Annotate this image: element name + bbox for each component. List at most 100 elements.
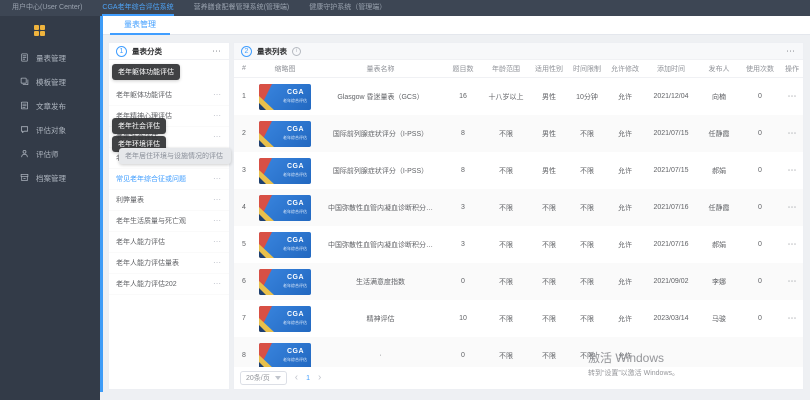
cell-gender: 男性 [542,167,556,175]
sidebar-item-4[interactable]: 评估师 [0,142,100,166]
cell-scale-name: 国际前列腺症状评分（I-PSS） [332,130,429,138]
cell-age-range: 不限 [499,241,513,249]
row-menu-icon[interactable]: ⋯ [213,217,222,225]
page-size-select[interactable]: 20条/页 [240,371,287,385]
column-header: 适用性别 [535,65,563,73]
sidebar-item-3[interactable]: 评估对象 [0,118,100,142]
prev-page-button[interactable]: ‹ [295,373,298,383]
cell-age-range: 不限 [499,204,513,212]
cell-time-limit: 不限 [580,352,594,360]
thumb-sub-text: 老年综合评估 [283,319,307,325]
sidebar-nav: 量表管理模板管理 文章发布评估对象评估师 档案管理 [0,46,100,190]
row-actions-icon[interactable]: ⋯ [781,276,803,287]
thumb-cga-text: CGA [286,347,304,355]
cell-age-range: 不限 [499,278,513,286]
row-actions-icon[interactable]: ⋯ [781,165,803,176]
column-header: # [242,65,246,72]
row-actions-icon[interactable]: ⋯ [781,239,803,250]
tooltip-0: 老年躯体功能评估 [112,64,180,80]
column-header: 添加时间 [657,65,685,73]
cell-index: 5 [242,241,246,248]
thumb-sub-text: 老年综合评估 [283,208,307,214]
row-menu-icon[interactable]: ⋯ [213,280,222,288]
sidebar-item-0[interactable]: 量表管理 [0,46,100,70]
cell-age-range: 十八岁以上 [488,93,524,101]
sidebar: 量表管理模板管理 文章发布评估对象评估师 档案管理 [0,16,100,400]
category-item-0[interactable]: 老年躯体功能评估 ⋯ [109,85,229,106]
tooltip-1: 老年社会评估 [112,118,166,134]
cell-gender: 不限 [542,241,556,249]
cell-add-date: 2021/07/15 [653,130,689,137]
current-page-button[interactable]: 1 [306,375,310,382]
category-item-label: 利弊量表 [116,197,144,204]
row-menu-icon[interactable]: ⋯ [213,133,222,141]
category-item-label: 老年人能力评估 [116,239,165,246]
cell-allow-modify: 允许 [618,204,632,212]
row-actions-icon[interactable]: ⋯ [781,313,803,324]
category-item-label: 老年生活质量与死亡观 [116,218,186,225]
cell-time-limit: 不限 [580,315,594,323]
scale-thumbnail: CGA 老年综合评估 [259,305,311,332]
panel-menu-icon[interactable]: ⋯ [786,46,796,56]
cell-gender: 不限 [542,278,556,286]
column-header: 时间限制 [573,65,601,73]
row-menu-icon[interactable]: ⋯ [213,175,222,183]
tab-scale-management[interactable]: 量表管理 [110,16,170,35]
category-item-9[interactable]: 老年人能力评估202 ⋯ [109,274,229,295]
sidebar-item-label: 量表管理 [36,53,66,63]
cell-use-count: 0 [758,278,762,285]
topbar-tab-2[interactable]: 营养膳食配餐管理系统(管理端) [194,0,290,16]
cell-thumbnail: CGA 老年综合评估 [254,231,316,258]
row-actions-icon[interactable]: ⋯ [781,202,803,213]
cell-add-date: 2023/03/14 [653,315,689,322]
sidebar-item-label: 评估对象 [36,125,66,135]
sidebar-item-1[interactable]: 模板管理 [0,70,100,94]
topbar-tab-0[interactable]: 用户中心(User Center) [12,0,82,16]
row-actions-icon[interactable]: ⋯ [781,91,803,102]
cell-allow-modify: 允许 [618,241,632,249]
cell-age-range: 不限 [499,352,513,360]
scale-doc-icon [20,52,29,64]
info-icon[interactable]: i [292,46,301,56]
topbar-tab-1[interactable]: CGA老年综合评估系统 [102,0,174,16]
row-menu-icon[interactable]: ⋯ [213,196,222,204]
thumb-sub-text: 老年综合评估 [283,282,307,288]
category-item-8[interactable]: 老年人能力评估量表 ⋯ [109,253,229,274]
thumb-cga-text: CGA [286,88,304,96]
row-menu-icon[interactable]: ⋯ [213,259,222,267]
row-menu-icon[interactable]: ⋯ [213,238,222,246]
template-icon [20,77,29,88]
scale-list-header: 2 量表列表 i ⋯ [234,43,803,60]
topbar-tab-3[interactable]: 健康守护系统（管理端） [309,0,386,16]
scale-list-panel: 2 量表列表 i ⋯ # 缩略图 量表名称 题目数 年龄范围 适用性别 时间限制 允许修改 添加… [233,42,804,390]
category-list: 老年躯体功能评估⋯老年精神心理评估⋯老年社会评估⋯老年环境评估⋯常见老年综合征或… [109,85,229,295]
cell-use-count: 0 [758,204,762,211]
category-item-5[interactable]: 利弊量表 ⋯ [109,190,229,211]
thumb-navy-shape [259,102,266,110]
row-actions-icon[interactable]: ⋯ [781,128,803,139]
thumb-cga-text: CGA [286,125,304,133]
row-menu-icon[interactable]: ⋯ [213,91,222,99]
thumb-cga-text: CGA [286,310,304,318]
table-row-4: 4 CGA 老年综合评估 中国弥散性血管内凝血诊断积分… 3 不限 不限 不限 允许 2021/0… [234,189,803,226]
cell-index: 4 [242,204,246,211]
cell-age-range: 不限 [499,130,513,138]
cell-scale-name: 生活满意度指数 [356,278,405,286]
sidebar-item-5[interactable]: 档案管理 [0,166,100,190]
category-item-6[interactable]: 老年生活质量与死亡观 ⋯ [109,211,229,232]
next-page-button[interactable]: › [318,373,321,383]
cell-question-count: 8 [461,167,465,174]
cell-publisher: 任静霞 [708,204,730,212]
category-item-7[interactable]: 老年人能力评估 ⋯ [109,232,229,253]
category-item-4[interactable]: 常见老年综合征或问题 ⋯ [109,169,229,190]
apps-grid-icon[interactable] [34,25,45,36]
sidebar-item-2[interactable]: 文章发布 [0,94,100,118]
column-header: 使用次数 [746,65,774,73]
panel-menu-icon[interactable]: ⋯ [212,46,222,56]
cell-scale-name: 中国弥散性血管内凝血诊断积分… [328,204,433,212]
pagination: 20条/页 ‹ 1 › [234,367,803,389]
table-row-2: 2 CGA 老年综合评估 国际前列腺症状评分（I-PSS） 8 不限 男性 不限 允许 2021/… [234,115,803,152]
cell-gender: 不限 [542,204,556,212]
cell-index: 6 [242,278,246,285]
row-menu-icon[interactable]: ⋯ [213,112,222,120]
